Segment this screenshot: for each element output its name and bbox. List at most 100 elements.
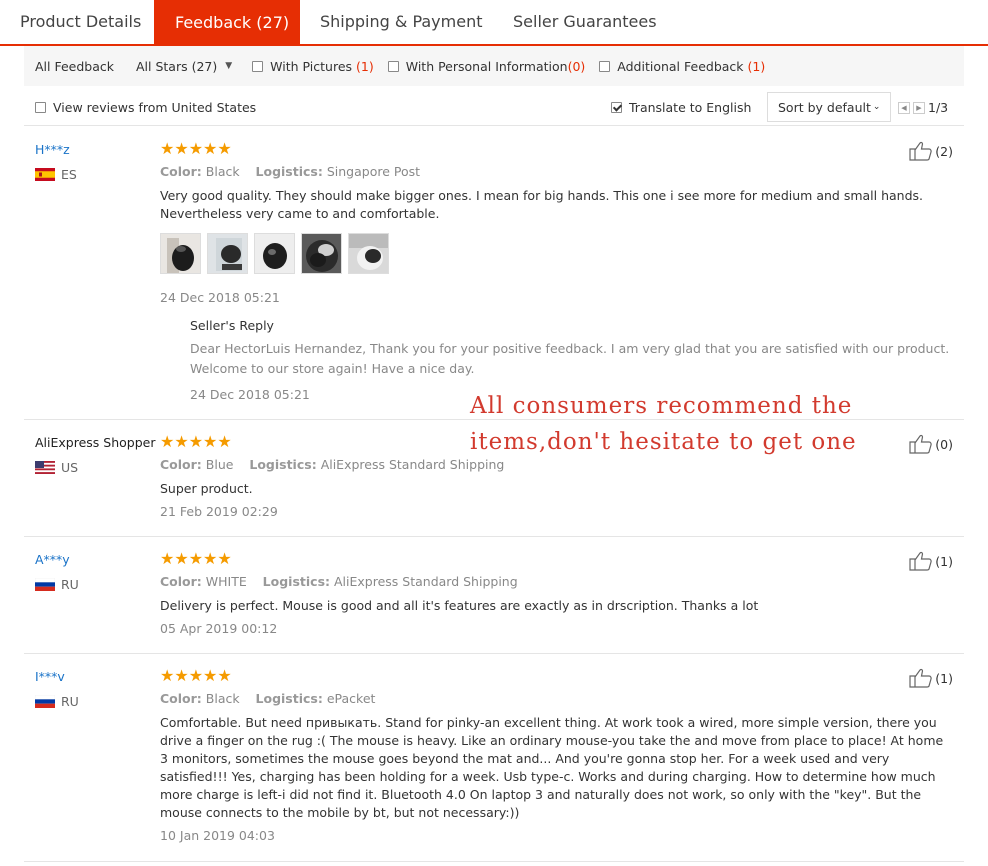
tab-shipping-payment[interactable]: Shipping & Payment: [300, 0, 493, 44]
review-date: 05 Apr 2019 00:12: [160, 621, 278, 636]
reviewer-name[interactable]: I***v: [35, 669, 65, 684]
photo-thumbnail[interactable]: [254, 233, 295, 274]
view-us-label: View reviews from United States: [53, 100, 257, 115]
country-code: RU: [61, 577, 79, 592]
photo-thumbnail[interactable]: [207, 233, 248, 274]
reviewer-name: AliExpress Shopper: [35, 435, 156, 450]
color-value: Blue: [205, 457, 234, 472]
color-value: Black: [205, 691, 240, 706]
additional-feedback-checkbox[interactable]: [599, 60, 611, 72]
tab-feedback[interactable]: Feedback (27): [154, 0, 300, 46]
view-us-option[interactable]: View reviews from United States: [35, 100, 256, 115]
review-item: I***v RU ★★★★★ Color: Black Logistics: e…: [24, 654, 964, 862]
photo-thumbnail[interactable]: [301, 233, 342, 274]
translate-label: Translate to English: [629, 100, 752, 115]
star-rating: ★★★★★: [160, 666, 232, 685]
translate-checkbox[interactable]: [611, 102, 622, 113]
view-us-checkbox[interactable]: [35, 102, 46, 113]
review-date: 10 Jan 2019 04:03: [160, 828, 275, 843]
color-label: Color:: [160, 457, 202, 472]
filter-with-pictures[interactable]: With Pictures (1): [252, 59, 374, 74]
reviewer-country: US: [35, 460, 78, 475]
stars-dropdown[interactable]: All Stars (27) ▼: [136, 59, 232, 74]
reviewer-country: RU: [35, 694, 79, 709]
helpful-button[interactable]: (1): [909, 551, 953, 571]
tab-product-details[interactable]: Product Details: [0, 0, 154, 44]
star-rating: ★★★★★: [160, 432, 232, 451]
thumbs-up-icon: [909, 141, 933, 161]
color-label: Color:: [160, 574, 202, 589]
reviewer-country: RU: [35, 577, 79, 592]
helpful-count: (1): [935, 670, 953, 686]
logistics-label: Logistics:: [255, 691, 323, 706]
seller-reply-date: 24 Dec 2018 05:21: [190, 387, 310, 402]
country-code: RU: [61, 694, 79, 709]
helpful-button[interactable]: (0): [909, 434, 953, 454]
logistics-label: Logistics:: [262, 574, 331, 589]
all-feedback-label: All Feedback: [35, 58, 114, 74]
country-code: US: [61, 460, 79, 475]
reviewer-name[interactable]: H***z: [35, 142, 70, 157]
russia-flag-icon: [35, 578, 55, 591]
helpful-button[interactable]: (1): [909, 668, 953, 688]
helpful-count: (1): [935, 553, 953, 569]
review-meta: Color: WHITE Logistics: AliExpress Stand…: [160, 574, 518, 589]
thumbs-up-icon: [909, 434, 933, 454]
filter-all-feedback[interactable]: All Feedback: [35, 59, 114, 74]
review-date: 24 Dec 2018 05:21: [160, 290, 280, 305]
us-flag-icon: [35, 461, 55, 474]
tab-seller-guarantees[interactable]: Seller Guarantees: [493, 0, 663, 44]
with-pictures-checkbox[interactable]: [252, 60, 264, 72]
reviewer-country: ES: [35, 167, 77, 182]
star-rating: ★★★★★: [160, 139, 232, 158]
country-code: ES: [61, 167, 77, 182]
color-value: WHITE: [205, 574, 247, 589]
logistics-label: Logistics:: [249, 457, 317, 472]
russia-flag-icon: [35, 695, 55, 708]
review-text: Comfortable. But need привыкать. Stand f…: [160, 715, 944, 820]
page-indicator: 1/3: [928, 100, 949, 115]
color-label: Color:: [160, 164, 202, 179]
review-item: A***y RU ★★★★★ Color: WHITE Logistics: A…: [24, 537, 964, 654]
thumbs-up-icon: [909, 551, 933, 571]
next-page-button[interactable]: ▶: [913, 101, 925, 114]
logistics-label: Logistics:: [255, 164, 323, 179]
review-meta: Color: Black Logistics: ePacket: [160, 691, 375, 706]
filter-personal-info[interactable]: With Personal Information (0): [387, 58, 586, 74]
logistics-value: ePacket: [326, 691, 376, 706]
review-date: 21 Feb 2019 02:29: [160, 504, 278, 519]
review-text: Very good quality. They should make bigg…: [160, 188, 924, 221]
star-rating: ★★★★★: [160, 549, 232, 568]
thumbs-up-icon: [909, 668, 933, 688]
additional-feedback-label: Additional Feedback: [617, 58, 744, 74]
spain-flag-icon: [35, 168, 55, 181]
promo-line-2: items,don't hesitate to get one: [470, 429, 857, 455]
chevron-down-icon: ▼: [225, 61, 233, 71]
helpful-count: (0): [935, 436, 953, 452]
color-value: Black: [205, 164, 240, 179]
sort-label: Sort by default: [778, 99, 871, 115]
photo-thumbnail[interactable]: [348, 233, 389, 274]
personal-info-label: With Personal Information: [405, 58, 568, 74]
additional-feedback-count: (1): [747, 58, 766, 74]
filter-bar: All Feedback All Stars (27) ▼ With Pictu…: [24, 46, 964, 86]
reviewer-name[interactable]: A***y: [35, 552, 70, 567]
options-bar: View reviews from United States Translat…: [24, 88, 964, 126]
filter-additional-feedback[interactable]: Additional Feedback (1): [599, 59, 765, 74]
logistics-value: AliExpress Standard Shipping: [334, 574, 518, 589]
review-text: Super product.: [160, 481, 253, 496]
review-text: Delivery is perfect. Mouse is good and a…: [160, 598, 759, 613]
personal-info-checkbox[interactable]: [387, 60, 399, 72]
sort-dropdown[interactable]: Sort by default ⌄: [767, 92, 892, 122]
photo-thumbnail[interactable]: [160, 233, 201, 274]
review-meta: Color: Black Logistics: Singapore Post: [160, 164, 420, 179]
personal-info-count: (0): [567, 58, 586, 74]
stars-dropdown-label: All Stars (27): [136, 58, 218, 74]
review-item: H***z ES ★★★★★ Color: Black Logistics: S…: [24, 127, 964, 420]
prev-page-button[interactable]: ◀: [898, 101, 910, 114]
pagination: ◀ ▶ 1/3: [898, 100, 948, 115]
translate-option[interactable]: Translate to English: [611, 100, 751, 115]
promo-line-1: All consumers recommend the: [470, 393, 853, 419]
helpful-button[interactable]: (2): [909, 141, 953, 161]
review-meta: Color: Blue Logistics: AliExpress Standa…: [160, 457, 504, 472]
